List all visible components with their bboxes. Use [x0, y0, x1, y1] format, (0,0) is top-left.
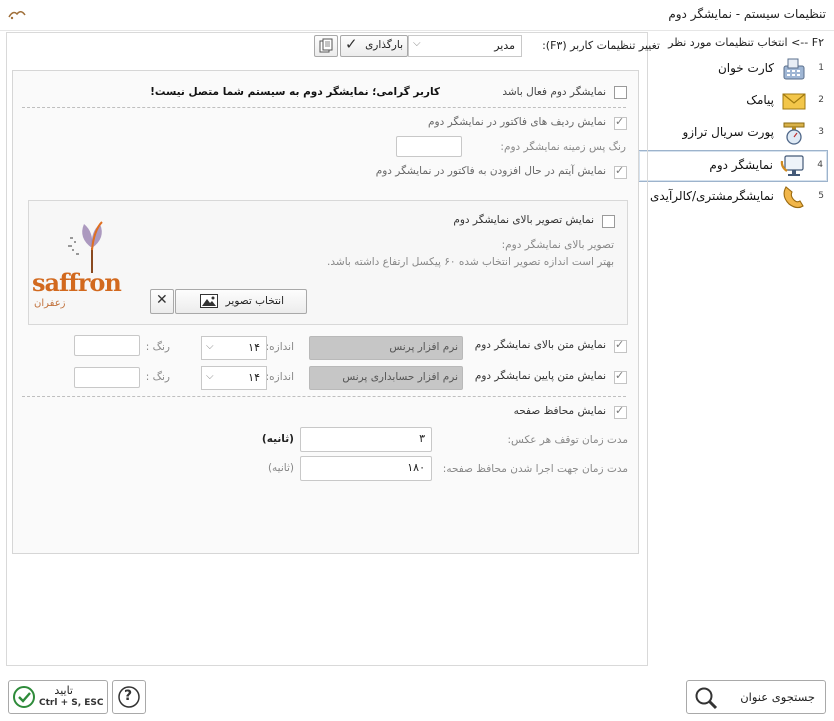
nav-item-scale-serial[interactable]: 3 پورت سریال ترازو — [640, 118, 828, 148]
top-text-input[interactable]: نرم افزار پرنس — [309, 336, 463, 360]
close-icon: ✕ — [156, 292, 168, 308]
top-color-picker[interactable] — [74, 335, 140, 356]
show-invoice-rows-label: نمایش ردیف های فاکتور در نمایشگر دوم — [428, 116, 606, 128]
search-title-label: جستجوی عنوان — [740, 690, 815, 704]
user-select-value: مدیر — [494, 39, 515, 52]
bg-color-picker[interactable] — [396, 136, 462, 157]
pause-duration-value: ۳ — [419, 432, 425, 445]
user-select[interactable]: ⌵ مدیر — [408, 35, 522, 57]
scale-icon — [783, 122, 805, 145]
chevron-down-icon: ⌵ — [206, 341, 214, 352]
bottom-size-select[interactable]: ⌵ ۱۴ — [201, 366, 267, 390]
show-invoice-rows-checkbox[interactable] — [614, 115, 627, 130]
nav-item-number: 5 — [818, 191, 824, 201]
check-icon: ✓ — [345, 35, 358, 53]
reload-label: بارگذاری — [365, 39, 403, 51]
pause-seconds-unit: (ثانیه) — [261, 433, 294, 445]
not-connected-warning: کاربر گرامی؛ نمایشگر دوم به سیستم شما مت… — [150, 86, 440, 98]
nav-header: F۲ --> انتخاب تنظیمات مورد نظر — [668, 36, 824, 49]
window-title: تنظیمات سیستم - نمایشگر دوم — [668, 7, 826, 21]
enable-second-display-label: نمایشگر دوم فعال باشد — [502, 86, 606, 98]
nav-item-label: پورت سریال ترازو — [682, 125, 774, 139]
bottom-color-picker[interactable] — [74, 367, 140, 388]
help-glyph: ? — [124, 688, 133, 704]
app-logo-icon — [8, 11, 26, 20]
bottom-size-label: اندازه: — [265, 371, 294, 383]
top-size-value: ۱۴ — [248, 341, 260, 354]
nav-item-sms[interactable]: 2 پیامک — [640, 86, 828, 116]
show-top-text-label: نمایش متن بالای نمایشگر دوم — [474, 339, 606, 351]
nav-item-number: 2 — [818, 95, 824, 105]
top-color-label: رنگ : — [145, 341, 170, 353]
card-reader-icon — [783, 58, 805, 80]
show-screensaver-checkbox[interactable] — [614, 404, 627, 419]
reload-button[interactable]: ✓ بارگذاری — [340, 35, 408, 57]
help-button[interactable]: ? — [112, 680, 146, 714]
show-bottom-text-checkbox[interactable] — [614, 369, 627, 384]
show-bottom-text-label: نمایش متن پایین نمایشگر دوم — [474, 370, 606, 382]
top-size-label: اندازه: — [265, 341, 294, 353]
nav-item-number: 1 — [818, 63, 824, 73]
image-icon — [200, 294, 218, 308]
copy-settings-button[interactable] — [314, 35, 338, 57]
confirm-button[interactable]: تایید Ctrl + S, ESC — [8, 680, 108, 714]
nav-item-customer-display[interactable]: 5 نمایشگرمشتری/کالرآیدی — [640, 182, 828, 212]
section-divider — [22, 107, 626, 108]
nav-item-number: 4 — [817, 160, 823, 170]
run-duration-label: مدت زمان جهت اجرا شدن محافظ صفحه: — [442, 463, 628, 475]
nav-item-label: نمایشگرمشتری/کالرآیدی — [649, 189, 774, 203]
choose-image-label: انتخاب تصویر — [225, 295, 284, 307]
logo-text-fa: زعفران — [34, 298, 66, 309]
show-top-image-label: نمایش تصویر بالای نمایشگر دوم — [453, 214, 594, 226]
nav-item-card-reader[interactable]: 1 کارت خوان — [640, 54, 828, 84]
bottom-color-label: رنگ : — [145, 371, 170, 383]
phone-icon — [783, 186, 804, 209]
show-adding-item-label: نمایش آیتم در حال افزودن به فاکتور در نم… — [375, 165, 606, 177]
bottom-text-value: نرم افزار حسابداری پرنس — [342, 371, 458, 383]
show-top-image-checkbox[interactable] — [602, 215, 615, 228]
chevron-down-icon: ⌵ — [413, 38, 421, 49]
copy-icon — [319, 38, 333, 53]
confirm-label: تایید — [54, 684, 73, 697]
search-title-button[interactable]: جستجوی عنوان — [686, 680, 826, 714]
logo-text: saffron — [32, 268, 122, 297]
pause-duration-input[interactable]: ۳ — [300, 427, 432, 452]
section-divider — [22, 396, 626, 397]
bg-color-label: رنگ پس زمینه نمایشگر دوم: — [500, 141, 626, 153]
confirm-shortcut: Ctrl + S, ESC — [39, 698, 104, 708]
bottom-text-input[interactable]: نرم افزار حسابداری پرنس — [309, 366, 463, 390]
run-duration-value: ۱۸۰ — [407, 461, 425, 474]
monitor-phone-icon — [780, 155, 804, 176]
search-icon — [695, 687, 718, 710]
user-settings-label: تغییر تنظیمات کاربر (F۳): — [542, 39, 660, 52]
title-bar: تنظیمات سیستم - نمایشگر دوم — [0, 0, 834, 31]
chevron-down-icon: ⌵ — [206, 371, 214, 382]
clear-image-button[interactable]: ✕ — [150, 289, 174, 314]
show-adding-item-checkbox[interactable] — [614, 164, 627, 179]
bottom-size-value: ۱۴ — [248, 371, 260, 384]
top-text-value: نرم افزار پرنس — [389, 341, 458, 353]
run-seconds-unit: (ثانیه) — [267, 462, 294, 474]
envelope-icon — [782, 93, 806, 110]
top-size-select[interactable]: ⌵ ۱۴ — [201, 336, 267, 360]
top-image-preview: saffron زعفران — [32, 212, 148, 312]
nav-item-second-display[interactable]: 4 نمایشگر دوم — [638, 150, 828, 182]
run-duration-input[interactable]: ۱۸۰ — [300, 456, 432, 481]
top-image-label: تصویر بالای نمایشگر دوم: — [501, 239, 614, 251]
nav-item-label: کارت خوان — [717, 61, 774, 75]
show-screensaver-label: نمایش محافظ صفحه — [513, 405, 606, 417]
show-top-text-checkbox[interactable] — [614, 338, 627, 353]
enable-second-display-checkbox[interactable] — [614, 86, 627, 99]
nav-item-number: 3 — [818, 127, 824, 137]
top-image-hint: بهتر است اندازه تصویر انتخاب شده ۶۰ پیکس… — [327, 256, 614, 268]
nav-item-label: پیامک — [746, 93, 774, 107]
confirm-check-icon — [13, 686, 35, 708]
nav-item-label: نمایشگر دوم — [709, 158, 773, 172]
pause-duration-label: مدت زمان توقف هر عکس: — [507, 434, 628, 446]
choose-image-button[interactable]: انتخاب تصویر — [175, 289, 307, 314]
